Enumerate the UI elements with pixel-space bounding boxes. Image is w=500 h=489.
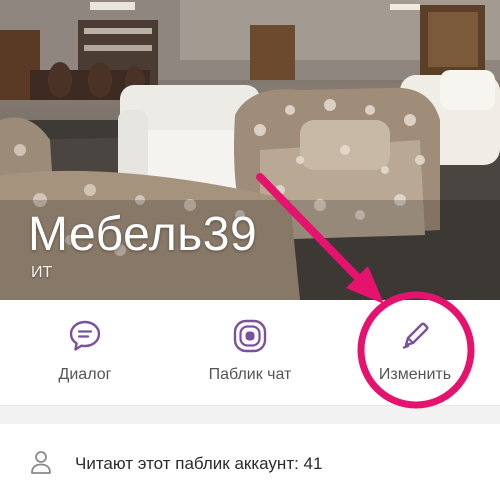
public-chat-button[interactable]: Паблик чат (170, 300, 330, 406)
chat-bubble-icon (67, 318, 103, 354)
action-bar: Диалог Паблик чат Изменить (0, 300, 500, 406)
pencil-icon (397, 318, 433, 354)
account-category: ИТ (31, 264, 53, 281)
public-chat-icon (232, 318, 268, 354)
public-chat-label: Паблик чат (208, 366, 292, 383)
person-icon (30, 450, 52, 474)
dialog-label: Диалог (58, 366, 112, 383)
followers-row[interactable]: Читают этот паблик аккаунт: 41 (0, 424, 500, 489)
account-title: Мебель39 (28, 208, 258, 261)
edit-label: Изменить (378, 366, 452, 383)
followers-count-text: Читают этот паблик аккаунт: 41 (75, 454, 323, 473)
edit-button[interactable]: Изменить (335, 300, 495, 406)
header-photo: Мебель39 ИТ (0, 0, 500, 300)
dialog-button[interactable]: Диалог (5, 300, 165, 406)
section-divider (0, 405, 500, 424)
